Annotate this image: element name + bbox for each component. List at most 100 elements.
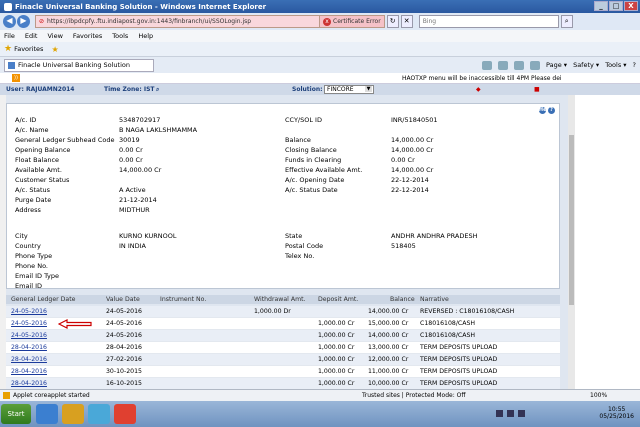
balance-amt: 15,000.00 Cr [368, 320, 409, 327]
narrative: TERM DEPOSITS UPLOAD [420, 344, 498, 351]
app-taskbar-icon[interactable] [88, 404, 110, 424]
col-withdrawal[interactable]: Withdrawal Amt. [254, 296, 306, 303]
menu-help[interactable]: Help [138, 32, 153, 40]
maximize-button[interactable]: □ [609, 1, 623, 11]
window-title: Finacle Universal Banking Solution - Win… [15, 2, 267, 11]
ie-taskbar-icon[interactable] [36, 404, 58, 424]
browser-tab[interactable]: Finacle Universal Banking Solution [4, 58, 154, 72]
balance-amt: 14,000.00 Cr [368, 308, 409, 315]
value-date: 30-10-2015 [106, 368, 142, 375]
gl-date-link[interactable]: 28-04-2016 [11, 356, 47, 363]
narrative: TERM DEPOSITS UPLOAD [420, 356, 498, 363]
menu-file[interactable]: File [4, 32, 15, 40]
table-row: 28-04-2016 16-10-2015 1,000.00 Cr 10,000… [6, 378, 560, 389]
gl-date-link[interactable]: 28-04-2016 [11, 380, 47, 387]
col-gl-date[interactable]: General Ledger Date [11, 296, 75, 303]
col-value-date[interactable]: Value Date [106, 296, 140, 303]
right-margin [575, 95, 640, 389]
menu-bar: File Edit View Favorites Tools Help [0, 30, 640, 42]
ccy-value: INR/51840501 [391, 116, 438, 124]
page-menu[interactable]: Page ▾ [546, 61, 567, 69]
explorer-taskbar-icon[interactable] [62, 404, 84, 424]
menu-edit[interactable]: Edit [25, 32, 38, 40]
stop-icon[interactable]: ✕ [400, 15, 413, 28]
status-bar: Applet coreapplet started Trusted sites … [0, 389, 640, 401]
chrome-taskbar-icon[interactable] [114, 404, 136, 424]
favorites-button[interactable]: Favorites [14, 45, 43, 53]
postal-value: 518405 [391, 242, 416, 250]
network-icon[interactable] [496, 410, 503, 417]
search-icon[interactable]: ⌕ [560, 15, 573, 28]
help-link[interactable]: Help ? [538, 106, 555, 114]
purge-label: Purge Date [15, 196, 52, 204]
solution-select[interactable]: FINCORE [324, 85, 374, 94]
magnifier-icon[interactable]: ⌕ [156, 86, 159, 94]
start-button[interactable]: Start [1, 404, 31, 424]
search-input[interactable]: Bing [418, 15, 559, 28]
back-button[interactable]: ◀ [3, 15, 16, 28]
deposit-amt: 1,000.00 Cr [318, 368, 355, 375]
forward-button[interactable]: ▶ [17, 15, 30, 28]
col-instrument[interactable]: Instrument No. [160, 296, 206, 303]
gl-date-link[interactable]: 24-05-2016 [11, 332, 47, 339]
taskbar: Start 10:55 05/25/2016 [0, 401, 640, 427]
rss-icon: )) [12, 74, 20, 82]
table-row: 28-04-2016 30-10-2015 1,000.00 Cr 11,000… [6, 366, 560, 378]
value-date: 24-05-2016 [106, 308, 142, 315]
opening-label: Opening Balance [15, 146, 71, 154]
address-bar[interactable]: ⊘ https://ibpdcpfy..ftu.indiapost.gov.in… [35, 15, 320, 28]
clock[interactable]: 10:55 05/25/2016 [599, 406, 634, 420]
acstatus-value: A Active [119, 186, 146, 194]
print-icon[interactable] [530, 60, 540, 70]
address-row: ◀ ▶ ⊘ https://ibpdcpfy..ftu.indiapost.go… [0, 13, 640, 30]
narrative: C18016108/CASH [420, 332, 476, 339]
zone-text: Trusted sites | Protected Mode: Off [362, 392, 466, 399]
add-favorite-icon[interactable]: ★ [51, 45, 58, 54]
feeds-icon[interactable] [498, 60, 508, 70]
gl-date-link[interactable]: 28-04-2016 [11, 344, 47, 351]
col-balance[interactable]: Balance [390, 296, 415, 303]
tools-menu[interactable]: Tools ▾ [605, 61, 626, 69]
logout-icon[interactable]: ■ [534, 86, 540, 93]
deposit-amt: 1,000.00 Cr [318, 380, 355, 387]
tool-icon[interactable]: ◆ [476, 86, 481, 93]
main-content: Help ? A/c. ID 5348702917 CCY/SOL ID INR… [6, 95, 568, 389]
avail-label: Available Amt. [15, 166, 62, 174]
menu-view[interactable]: View [47, 32, 62, 40]
home-icon[interactable] [482, 60, 492, 70]
menu-favorites[interactable]: Favorites [73, 32, 102, 40]
volume-icon[interactable] [507, 410, 514, 417]
gl-date-link[interactable]: 24-05-2016 [11, 308, 47, 315]
emailid-label: Email ID [15, 282, 43, 290]
favorites-bar: ★ Favorites ★ [0, 42, 640, 57]
acid-value: 5348702917 [119, 116, 161, 124]
gl-date-link[interactable]: 28-04-2016 [11, 368, 47, 375]
mail-icon[interactable] [514, 60, 524, 70]
vertical-scrollbar[interactable] [568, 95, 575, 389]
flag-icon[interactable] [518, 410, 525, 417]
balance-label: Balance [285, 136, 311, 144]
timezone-label: Time Zone: IST [104, 86, 155, 93]
minimize-button[interactable]: _ [594, 1, 608, 11]
zoom-level[interactable]: 100% [590, 392, 607, 399]
withdrawal-amt: 1,000.00 Dr [254, 308, 291, 315]
safety-menu[interactable]: Safety ▾ [573, 61, 599, 69]
menu-tools[interactable]: Tools [112, 32, 128, 40]
scrollbar-thumb[interactable] [569, 135, 574, 305]
certificate-error-button[interactable]: x Certificate Error [320, 15, 385, 28]
emailtype-label: Email ID Type [15, 272, 60, 280]
close-button[interactable]: X [624, 1, 638, 11]
statusdate-value: 22-12-2014 [391, 186, 429, 194]
table-row: 28-04-2016 27-02-2016 1,000.00 Cr 12,000… [6, 354, 560, 366]
help-icon[interactable]: ? [633, 61, 636, 69]
col-deposit[interactable]: Deposit Amt. [318, 296, 358, 303]
glsub-label: General Ledger Subhead Code [15, 136, 115, 144]
refresh-icon[interactable]: ↻ [386, 15, 399, 28]
red-arrow-annotation [58, 319, 92, 329]
window-title-bar: Finacle Universal Banking Solution - Win… [0, 0, 640, 13]
gl-date-link[interactable]: 24-05-2016 [11, 320, 47, 327]
search-placeholder: Bing [422, 18, 437, 25]
avail-value: 14,000.00 Cr [119, 166, 162, 174]
start-label: Start [7, 410, 25, 418]
col-narrative[interactable]: Narrative [420, 296, 449, 303]
